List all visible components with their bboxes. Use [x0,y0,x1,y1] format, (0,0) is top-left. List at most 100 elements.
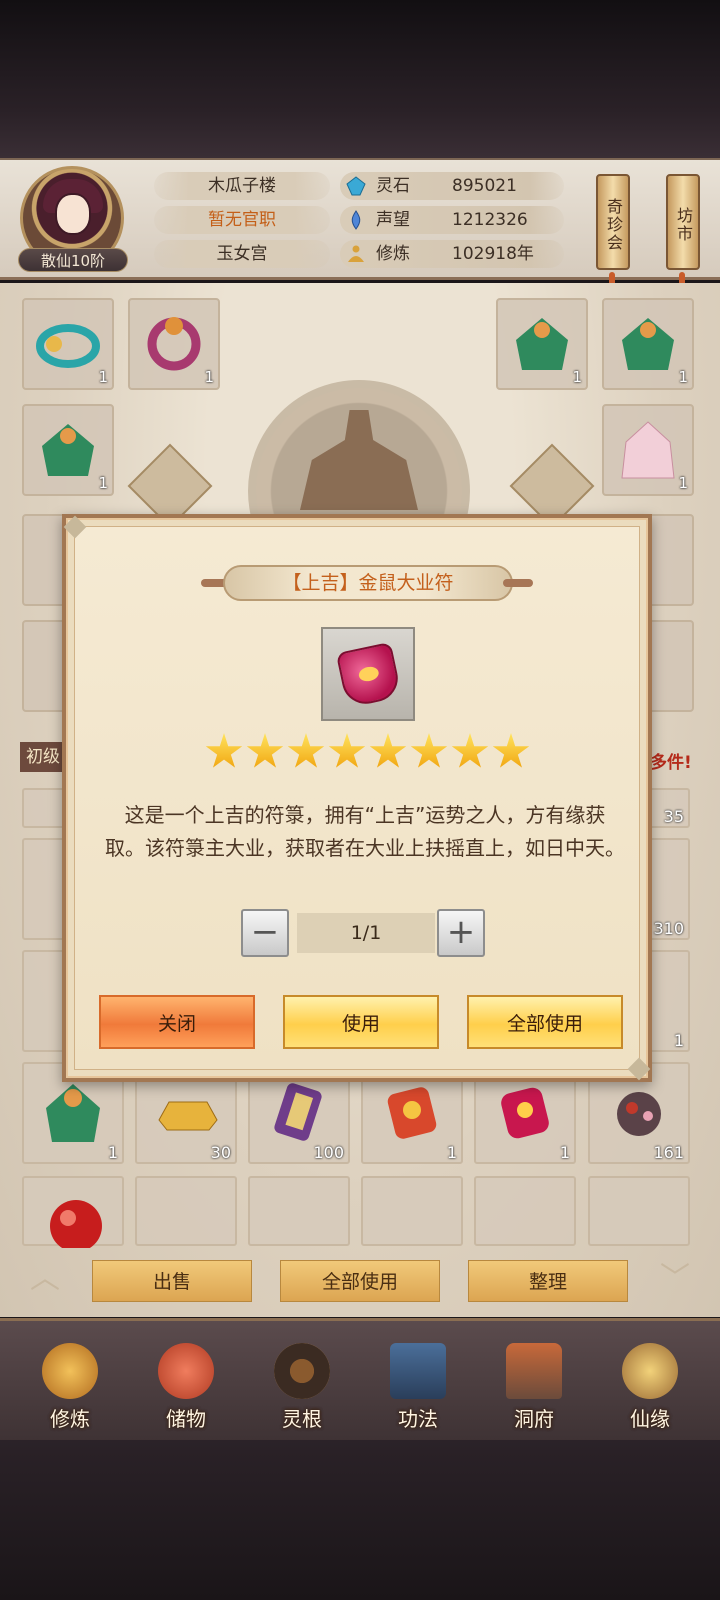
decrease-quantity-button[interactable]: − [241,909,289,957]
golden-rat-talisman-icon [335,641,403,709]
dialog-title: 【上吉】金鼠大业符 [223,565,513,601]
immortal-fate-icon [622,1343,678,1399]
bag-slot-orb[interactable] [22,1176,124,1252]
cultivate-icon [42,1343,98,1399]
bag-slot-empty[interactable] [135,1176,237,1246]
player-header: 散仙10阶 木瓜子楼 暂无官职 玉女宫 灵石 895021 声望 1212326… [0,158,720,296]
item-count: 1 [107,1143,118,1162]
equip-slot-ring[interactable]: 1 [128,298,220,390]
stat-value: 895021 [452,176,517,196]
item-count: 1 [678,368,688,386]
top-status-area [0,0,720,158]
player-name: 木瓜子楼 [154,172,330,200]
charm-emblem [357,665,381,683]
star-rating [205,733,535,773]
sell-button[interactable]: 出售 [92,1260,252,1302]
bottom-nav: 修炼 储物 灵根 功法 洞府 仙缘 [0,1318,720,1442]
item-count: 1 [678,474,688,492]
star-icon [205,733,243,768]
item-count: 35 [663,807,684,826]
treasure-fair-button[interactable]: 奇珍会 [596,174,630,270]
stat-cultivation: 修炼 102918年 [340,240,564,268]
bag-slot-empty[interactable] [588,1176,690,1246]
item-count: 1 [98,368,108,386]
item-count: 1 [559,1143,570,1162]
use-all-bag-button[interactable]: 全部使用 [280,1260,440,1302]
nav-label: 修炼 [50,1407,90,1431]
nav-storage[interactable]: 储物 [136,1343,236,1443]
item-description: 这是一个上吉的符箓，拥有“上吉”运势之人，方有缘获取。该符箓主大业，获取者在大业… [105,803,625,860]
equip-slot-pink-robe[interactable]: 1 [602,404,694,496]
avatar-face [55,193,91,235]
stat-value: 1212326 [452,210,528,230]
cave-mansion-icon [506,1343,562,1399]
item-detail-dialog: 【上吉】金鼠大业符 这是一个上吉的符箓，拥有“上吉”运势之人，方有缘获取。该符箓… [62,514,652,1082]
market-button[interactable]: 坊市 [666,174,700,270]
star-icon [451,733,489,768]
item-count: 1 [446,1143,457,1162]
use-all-button[interactable]: 全部使用 [467,995,623,1049]
star-icon [369,733,407,768]
star-icon [410,733,448,768]
corner-ornament [627,1057,651,1081]
star-icon [328,733,366,768]
nav-label: 功法 [398,1407,438,1431]
increase-quantity-button[interactable]: + [437,909,485,957]
spirit-stone-icon [346,176,366,196]
nav-technique[interactable]: 功法 [368,1343,468,1443]
stat-label: 声望 [376,210,410,230]
nav-cave[interactable]: 洞府 [484,1343,584,1443]
prestige-icon [351,210,361,230]
item-count: 100 [313,1143,344,1162]
star-icon [246,733,284,768]
arrange-button[interactable]: 整理 [468,1260,628,1302]
close-button[interactable]: 关闭 [99,995,255,1049]
nav-cultivate[interactable]: 修炼 [20,1343,120,1443]
quantity-display: 1/1 [297,913,435,953]
item-count: 1 [673,1031,684,1050]
bag-slot-empty[interactable] [474,1176,576,1246]
cultivation-icon [348,245,364,262]
sect-name: 玉女宫 [154,240,330,268]
stat-prestige: 声望 1212326 [340,206,564,234]
star-icon [492,733,530,768]
red-orb-icon [50,1200,102,1252]
nav-label: 灵根 [282,1407,322,1431]
star-icon [287,733,325,768]
page-up-arrow-icon[interactable]: ︿ [20,1262,70,1296]
item-count: 1 [98,474,108,492]
equip-slot-robe[interactable]: 1 [496,298,588,390]
equip-slot-robe-2[interactable]: 1 [602,298,694,390]
bag-slot-empty[interactable] [248,1176,350,1246]
page-down-arrow-icon[interactable]: ﹀ [650,1262,700,1296]
dialog-body: 【上吉】金鼠大业符 这是一个上吉的符箓，拥有“上吉”运势之人，方有缘获取。该符箓… [63,515,651,1081]
item-count: 1 [204,368,214,386]
corner-ornament [63,515,87,539]
spirit-root-icon [274,1343,330,1399]
stat-label: 灵石 [376,176,410,196]
nav-immortal-fate[interactable]: 仙缘 [600,1343,700,1443]
item-count: 310 [653,919,684,938]
bag-slot-empty[interactable] [361,1176,463,1246]
stat-label: 修炼 [376,244,410,264]
technique-book-icon [390,1343,446,1399]
nav-spirit-root[interactable]: 灵根 [252,1343,352,1443]
equip-slot-bracelet[interactable]: 1 [22,298,114,390]
item-count: 161 [653,1143,684,1162]
nav-label: 仙缘 [630,1407,670,1431]
title-ornament [503,579,533,587]
stat-value: 102918年 [452,244,534,264]
stat-spirit-stone: 灵石 895021 [340,172,564,200]
bottom-bar [0,1440,720,1600]
use-button[interactable]: 使用 [283,995,439,1049]
equip-slot-robe-3[interactable]: 1 [22,404,114,496]
item-count: 1 [572,368,582,386]
item-icon-frame [321,627,415,721]
nav-label: 洞府 [514,1407,554,1431]
nav-label: 储物 [166,1407,206,1431]
storage-bag-icon [158,1343,214,1399]
item-count: 30 [210,1143,231,1162]
official-title: 暂无官职 [154,206,330,234]
rank-badge: 散仙10阶 [18,248,128,272]
bag-notice: 多件! [650,753,692,773]
